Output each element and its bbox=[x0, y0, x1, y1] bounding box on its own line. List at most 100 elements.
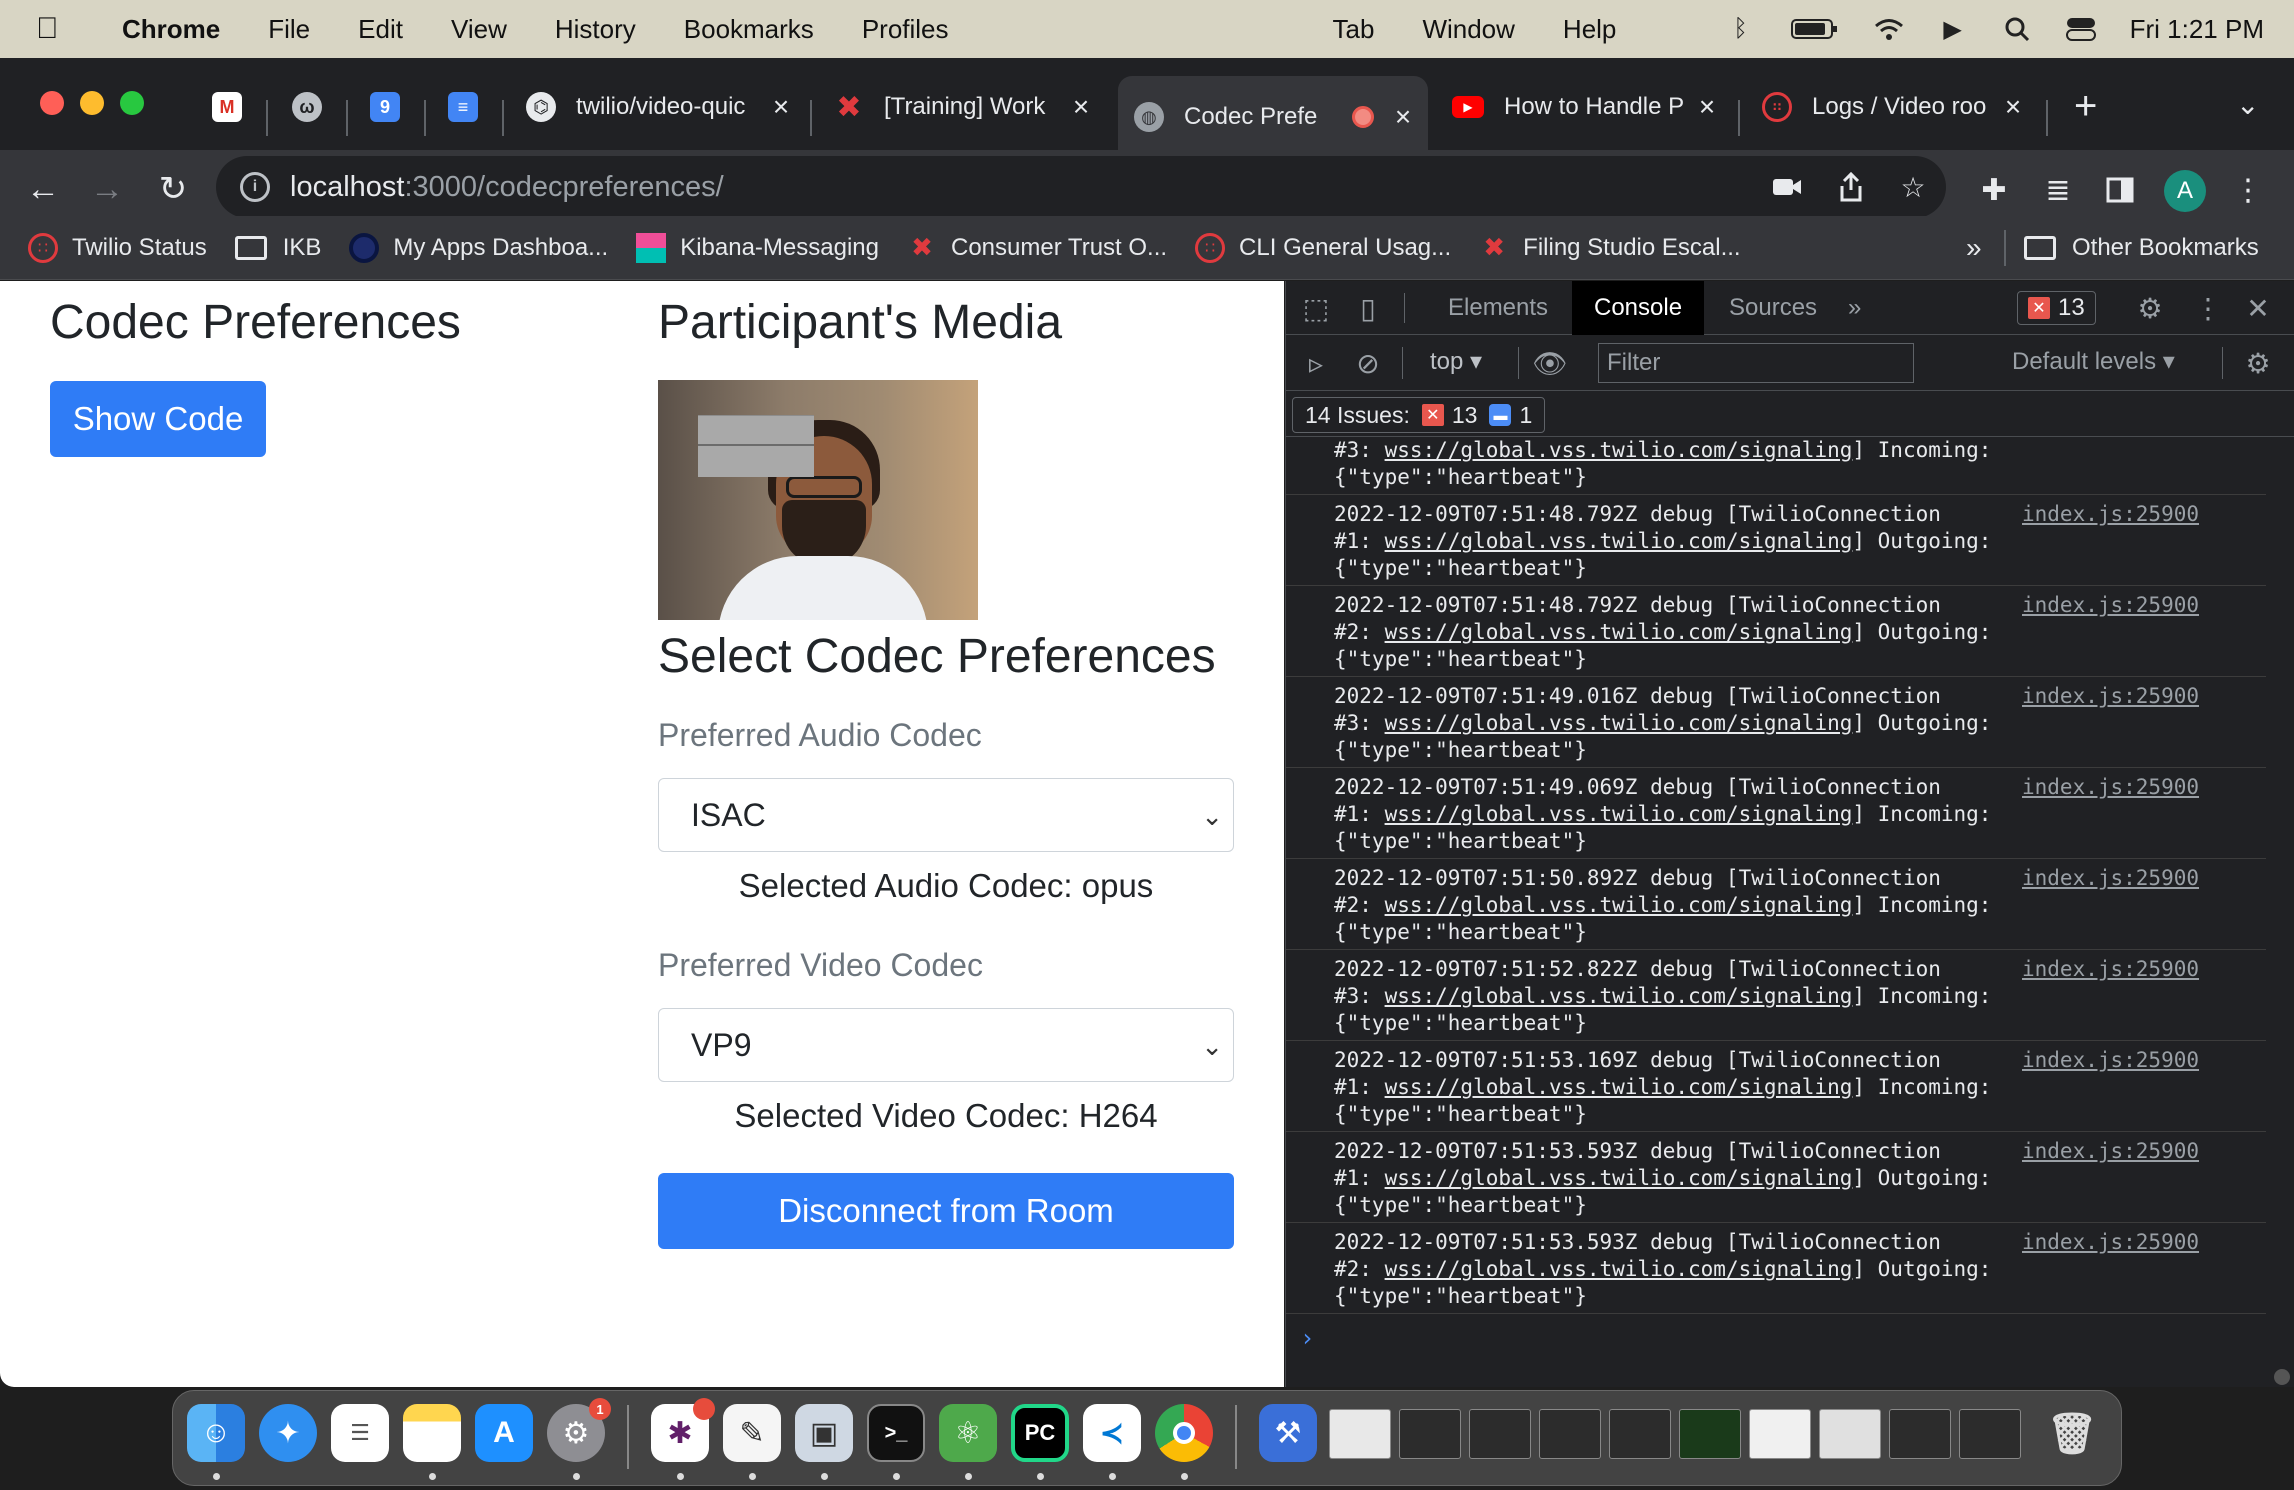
log-source-link[interactable]: index.js:25900 bbox=[2022, 1047, 2199, 1074]
minimized-window-thumbnail[interactable] bbox=[1819, 1409, 1881, 1459]
signaling-link[interactable]: wss://global.vss.twilio.com/signaling bbox=[1385, 1257, 1853, 1281]
close-tab-icon[interactable]: × bbox=[1692, 91, 1722, 123]
chrome-icon[interactable] bbox=[1155, 1404, 1213, 1462]
menu-view[interactable]: View bbox=[451, 14, 507, 45]
close-tab-icon[interactable]: × bbox=[766, 91, 796, 123]
menu-file[interactable]: File bbox=[268, 14, 310, 45]
extensions-icon[interactable]: ✚ bbox=[1974, 170, 2014, 210]
console-prompt[interactable]: › bbox=[1286, 1314, 2294, 1352]
minimize-window-button[interactable] bbox=[80, 91, 104, 115]
share-icon[interactable] bbox=[1834, 170, 1868, 204]
now-playing-icon[interactable]: ▶ bbox=[1938, 14, 1968, 44]
minimized-window-thumbnail[interactable] bbox=[1469, 1409, 1531, 1459]
console-settings-icon[interactable]: ⚙ bbox=[2240, 345, 2276, 381]
sidebar-toggle-icon[interactable]: ▹ bbox=[1298, 345, 1334, 381]
menu-clock[interactable]: Fri 1:21 PM bbox=[2130, 14, 2264, 45]
profile-avatar[interactable]: A bbox=[2164, 170, 2206, 212]
tab-training[interactable]: ✖ [Training] Work × bbox=[818, 78, 1106, 136]
log-source-link[interactable]: index.js:25900 bbox=[2022, 956, 2199, 983]
minimized-window-thumbnail[interactable] bbox=[1539, 1409, 1601, 1459]
more-tabs-icon[interactable]: » bbox=[1836, 281, 1873, 335]
menu-window[interactable]: Window bbox=[1422, 14, 1514, 45]
signaling-link[interactable]: wss://global.vss.twilio.com/signaling bbox=[1385, 984, 1853, 1008]
safari-icon[interactable]: ✦ bbox=[259, 1404, 317, 1462]
menu-edit[interactable]: Edit bbox=[358, 14, 403, 45]
reminders-icon[interactable]: ☰ bbox=[331, 1404, 389, 1462]
error-count-badge[interactable]: ✕ 13 bbox=[2017, 291, 2096, 325]
bookmark-star-icon[interactable]: ☆ bbox=[1896, 170, 1930, 204]
signaling-link[interactable]: wss://global.vss.twilio.com/signaling bbox=[1385, 1075, 1853, 1099]
menu-tab[interactable]: Tab bbox=[1333, 14, 1375, 45]
reload-icon[interactable]: ↻ bbox=[148, 164, 198, 214]
bookmark-cli-usage[interactable]: ∷ CLI General Usag... bbox=[1195, 232, 1451, 263]
bookmark-kibana[interactable]: Kibana-Messaging bbox=[636, 232, 879, 263]
bookmark-ikb[interactable]: IKB bbox=[234, 234, 321, 262]
device-toolbar-icon[interactable]: ▯ bbox=[1350, 290, 1386, 326]
disconnect-button[interactable]: Disconnect from Room bbox=[658, 1173, 1234, 1249]
tab-github[interactable]: ⌬ twilio/video-quic × bbox=[510, 78, 806, 136]
signaling-link[interactable]: wss://global.vss.twilio.com/signaling bbox=[1385, 802, 1853, 826]
close-tab-icon[interactable]: × bbox=[1388, 101, 1418, 133]
pinned-tab-app[interactable]: ω bbox=[276, 78, 336, 136]
finder-icon[interactable]: ☺ bbox=[187, 1404, 245, 1462]
forward-icon[interactable]: → bbox=[82, 164, 132, 214]
bookmark-twilio-status[interactable]: ∷ Twilio Status bbox=[28, 232, 207, 263]
log-source-link[interactable]: index.js:25900 bbox=[2022, 592, 2199, 619]
close-tab-icon[interactable]: × bbox=[1998, 91, 2028, 123]
pinned-tab-calendar[interactable]: 9 bbox=[354, 78, 414, 136]
address-bar[interactable]: i localhost:3000/codecpreferences/ ☆ bbox=[216, 156, 1946, 218]
signaling-link[interactable]: wss://global.vss.twilio.com/signaling bbox=[1385, 893, 1853, 917]
system-settings-icon[interactable]: ⚙ 1 bbox=[547, 1398, 611, 1462]
log-source-link[interactable]: index.js:25900 bbox=[2022, 1229, 2199, 1256]
tab-logs[interactable]: ∷ Logs / Video roo × bbox=[1746, 78, 2038, 136]
signaling-link[interactable]: wss://global.vss.twilio.com/signaling bbox=[1385, 1166, 1853, 1190]
tab-elements[interactable]: Elements bbox=[1426, 281, 1570, 335]
minimized-window-thumbnail[interactable] bbox=[1749, 1409, 1811, 1459]
back-icon[interactable]: ← bbox=[18, 164, 68, 214]
battery-icon[interactable] bbox=[1790, 14, 1840, 44]
notes-icon[interactable] bbox=[403, 1404, 461, 1462]
bookmark-my-apps[interactable]: My Apps Dashboa... bbox=[349, 232, 608, 263]
tab-youtube[interactable]: ▶ How to Handle P × bbox=[1436, 78, 1732, 136]
pinned-tab-docs[interactable]: ≡ bbox=[432, 78, 492, 136]
wifi-icon[interactable] bbox=[1874, 14, 1904, 44]
more-menu-icon[interactable]: ⋮ bbox=[2228, 170, 2268, 210]
settings-gear-icon[interactable]: ⚙ bbox=[2132, 290, 2168, 326]
tab-console[interactable]: Console bbox=[1572, 281, 1705, 335]
minimized-window-thumbnail[interactable] bbox=[1889, 1409, 1951, 1459]
log-levels-dropdown[interactable]: Default levels ▾ bbox=[2012, 347, 2175, 376]
slack-icon[interactable]: ✱ bbox=[651, 1398, 715, 1462]
minimized-window-thumbnail[interactable] bbox=[1329, 1409, 1391, 1459]
app-store-icon[interactable]: A bbox=[475, 1404, 533, 1462]
minimized-window-thumbnail[interactable] bbox=[1399, 1409, 1461, 1459]
control-center-icon[interactable] bbox=[2065, 14, 2096, 44]
menu-bookmarks[interactable]: Bookmarks bbox=[684, 14, 814, 45]
electron-atom-icon[interactable]: ⚛ bbox=[939, 1404, 997, 1462]
bookmark-filing-studio[interactable]: ✖ Filing Studio Escal... bbox=[1479, 232, 1740, 263]
signaling-link[interactable]: wss://global.vss.twilio.com/signaling bbox=[1385, 620, 1853, 644]
log-source-link[interactable]: index.js:25900 bbox=[2022, 683, 2199, 710]
show-code-button[interactable]: Show Code bbox=[50, 381, 266, 457]
terminal-icon[interactable]: >_ bbox=[867, 1404, 925, 1462]
pycharm-icon[interactable]: PC bbox=[1011, 1404, 1069, 1462]
camera-icon[interactable] bbox=[1770, 170, 1804, 204]
tab-search-icon[interactable]: ⌄ bbox=[2236, 88, 2259, 121]
minimized-window-thumbnail[interactable] bbox=[1609, 1409, 1671, 1459]
close-tab-icon[interactable]: × bbox=[1066, 91, 1096, 123]
clear-console-icon[interactable]: ⊘ bbox=[1350, 345, 1386, 381]
bluetooth-icon[interactable]: ᛒ bbox=[1726, 14, 1756, 44]
inspect-element-icon[interactable]: ⬚ bbox=[1298, 290, 1334, 326]
log-source-link[interactable]: index.js:25900 bbox=[2022, 865, 2199, 892]
menu-app-name[interactable]: Chrome bbox=[122, 14, 220, 45]
pinned-tab-gmail[interactable]: M bbox=[196, 78, 256, 136]
tab-sources[interactable]: Sources bbox=[1707, 281, 1839, 335]
close-devtools-icon[interactable]: ✕ bbox=[2240, 290, 2276, 326]
site-info-icon[interactable]: i bbox=[240, 172, 270, 202]
zoom-window-button[interactable] bbox=[120, 91, 144, 115]
log-source-link[interactable]: index.js:25900 bbox=[2022, 501, 2199, 528]
context-selector[interactable]: top ▾ bbox=[1430, 347, 1482, 376]
signaling-link[interactable]: wss://global.vss.twilio.com/signaling bbox=[1385, 711, 1853, 735]
devtools-more-icon[interactable]: ⋮ bbox=[2190, 290, 2226, 326]
close-window-button[interactable] bbox=[40, 91, 64, 115]
menu-help[interactable]: Help bbox=[1563, 14, 1616, 45]
